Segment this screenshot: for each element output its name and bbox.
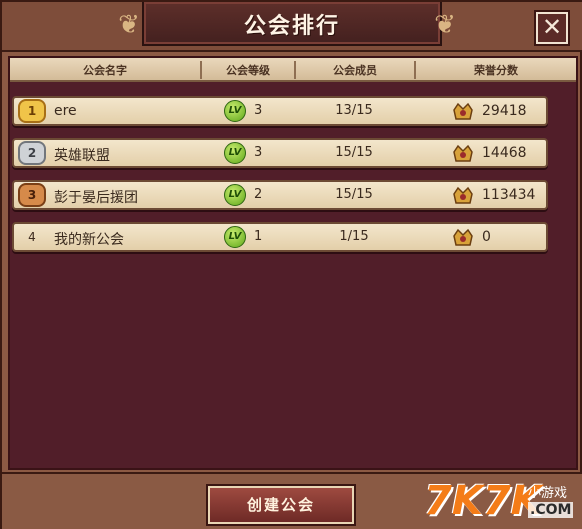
guild-members: 15/15 (335, 187, 373, 202)
honor-score: 113434 (482, 187, 536, 203)
guild-level: 3 (254, 103, 263, 118)
honor-crown-icon (453, 186, 473, 204)
column-header-guild-name: 公会名字 (83, 64, 127, 77)
scroll-ornament-icon: ❦ (118, 10, 140, 40)
column-header-guild-level: 公会等级 (226, 64, 270, 77)
title-bar: ❦ 公会排行 ❦ ✕ (2, 2, 582, 52)
title-plate: 公会排行 (142, 2, 442, 46)
honor-crown-icon (453, 102, 473, 120)
guild-members: 15/15 (335, 145, 373, 160)
honor-score: 0 (482, 229, 491, 245)
honor-crown-icon (453, 144, 473, 162)
watermark-domain: .COM (528, 502, 574, 518)
bronze-rank-badge-icon: 3 (18, 183, 46, 207)
guild-name: 彭于晏后援团 (54, 190, 138, 206)
table-row[interactable]: 3 彭于晏后援团 LV 2 15/15 113434 (12, 180, 548, 210)
level-icon: LV (224, 142, 246, 164)
guild-members: 1/15 (339, 229, 369, 244)
honor-score: 29418 (482, 103, 527, 119)
guild-level: 2 (254, 187, 263, 202)
rank-number: 4 (28, 230, 36, 244)
level-icon: LV (224, 184, 246, 206)
watermark-subtitle: 小游戏 (528, 486, 568, 501)
guild-level: 1 (254, 229, 263, 244)
honor-score: 14468 (482, 145, 527, 161)
table-row[interactable]: 2 英雄联盟 LV 3 15/15 14468 (12, 138, 548, 168)
watermark-logo: 7K7K (424, 478, 542, 524)
site-watermark: 7K7K 小游戏 .COM (424, 476, 582, 529)
guild-members: 13/15 (335, 103, 373, 118)
scroll-ornament-icon: ❦ (434, 10, 456, 40)
create-guild-button[interactable]: 创建公会 (208, 486, 354, 524)
level-icon: LV (224, 100, 246, 122)
gold-rank-badge-icon: 1 (18, 99, 46, 123)
table-header: 公会名字 公会等级 公会成员 荣誉分数 (10, 58, 576, 82)
guild-name: 我的新公会 (54, 232, 124, 248)
guild-name: 英雄联盟 (54, 148, 110, 164)
guild-ranking-window: ❦ 公会排行 ❦ ✕ 公会名字 公会等级 公会成员 荣誉分数 1 ere LV … (0, 0, 582, 529)
ranking-panel: 公会名字 公会等级 公会成员 荣誉分数 1 ere LV 3 13/15 294… (8, 56, 578, 470)
honor-crown-icon (453, 228, 473, 246)
close-button[interactable]: ✕ (536, 12, 568, 44)
silver-rank-badge-icon: 2 (18, 141, 46, 165)
column-header-guild-members: 公会成员 (333, 64, 377, 77)
guild-level: 3 (254, 145, 263, 160)
guild-name: ere (54, 103, 77, 119)
level-icon: LV (224, 226, 246, 248)
table-row[interactable]: 1 ere LV 3 13/15 29418 (12, 96, 548, 126)
column-header-honor-score: 荣誉分数 (474, 64, 518, 77)
window-title: 公会排行 (243, 14, 340, 39)
table-row[interactable]: 4 我的新公会 LV 1 1/15 0 (12, 222, 548, 252)
